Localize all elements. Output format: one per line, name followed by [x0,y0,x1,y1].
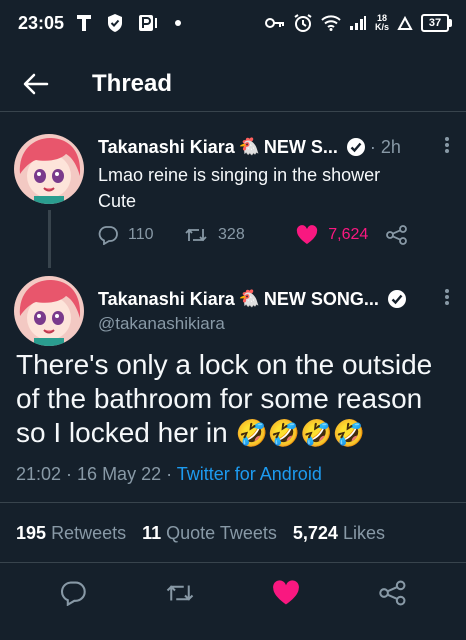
retweet-icon [166,585,193,601]
dot-icon [175,20,182,26]
battery-icon: 37 [421,14,452,32]
tweet1-text-line2: Cute [98,191,137,211]
tweet2-author-suffix[interactable]: NEW SONG... [264,289,379,310]
tweet2-text-body: There's only a lock on the outside of th… [16,349,433,448]
page-title: Thread [92,69,173,97]
tweet1-retweet-button[interactable]: 328 [184,225,296,245]
likes-stat[interactable]: 5,724 Likes [293,523,385,544]
share-button[interactable] [369,570,417,616]
tweet1-text: Lmao reine is singing in the shower Cute [98,162,438,214]
verified-badge-icon [346,138,365,156]
tweet1-like-button[interactable]: 7,624 [296,225,386,245]
reply-icon [98,226,118,245]
parking-app-icon [139,15,158,31]
tweet1-time[interactable]: · 2h [370,137,401,158]
tweet1-retweet-count: 328 [218,226,245,243]
tweet1-more-button[interactable] [444,136,450,159]
likes-label: Likes [342,522,385,543]
thread-line [48,210,51,268]
back-button[interactable] [0,56,72,112]
tweet2-meta: 21:02 · 16 May 22 · Twitter for Android [16,464,322,485]
status-left-icons [76,13,182,33]
wifi-icon [321,15,341,31]
rooster-emoji: 🐔 [238,137,260,156]
like-button[interactable] [262,570,310,616]
tweet1-actions: 110 328 7,624 [98,222,408,248]
tweet1-like-count: 7,624 [328,226,369,243]
tweet2-stats: 195 Retweets 11 Quote Tweets 5,724 Likes [16,520,450,546]
alarm-clock-icon [294,14,312,32]
tweet1-share-button[interactable] [386,225,408,245]
avatar-image [14,276,84,346]
more-vertical-icon [445,288,449,305]
tweet2-action-bar [0,570,466,616]
tweet2-handle[interactable]: @takanashikiara [98,314,225,334]
share-icon [379,580,406,606]
quotes-count: 11 [142,522,162,543]
reply-icon [61,581,86,606]
avatar[interactable] [14,134,84,204]
tweet2-source-link[interactable]: Twitter for Android [177,464,322,484]
net-speed-unit: K/s [374,22,389,32]
tweet1-text-line1: Lmao reine is singing in the shower [98,165,381,185]
thread-header: Thread [0,56,466,112]
quotes-label: Quote Tweets [166,522,277,543]
rofl-emoji: 🤣🤣🤣🤣 [235,418,365,448]
t-mobile-icon [77,15,92,31]
reply-button[interactable] [49,570,97,616]
tweet1-reply-count: 110 [128,226,154,243]
tweet2-author-name[interactable]: Takanashi Kiara [98,289,235,310]
more-vertical-icon [445,136,449,153]
tweet2-more-button[interactable] [444,288,450,311]
verified-badge-icon [387,290,406,308]
status-time: 23:05 [18,12,65,33]
avatar-image [14,134,84,204]
retweets-stat[interactable]: 195 Retweets [16,523,126,544]
data-saver-icon [397,15,413,30]
retweet-icon [185,228,207,242]
retweet-button[interactable] [156,570,204,616]
shield-check-icon [108,14,123,32]
tweet2-header: Takanashi Kiara 🐔 NEW SONG... [98,286,450,312]
divider [0,502,466,503]
tweet1-author-suffix[interactable]: NEW S... [264,137,338,158]
battery-level: 37 [428,17,442,29]
likes-count: 5,724 [292,522,338,543]
divider [0,562,466,563]
key-icon [264,18,284,28]
heart-filled-icon [273,580,300,605]
tweet1-author-name[interactable]: Takanashi Kiara [98,137,235,158]
retweets-count: 195 [16,522,47,543]
tweet2-text: There's only a lock on the outside of th… [16,348,456,450]
quote-tweets-stat[interactable]: 11 Quote Tweets [142,523,277,544]
rooster-emoji: 🐔 [238,289,260,308]
net-speed: 18 K/s [375,14,389,32]
tweet1-header: Takanashi Kiara 🐔 NEW S... · 2h [98,134,450,160]
status-right-icons: 18 K/s 37 [264,13,452,33]
retweets-label: Retweets [51,522,127,543]
signal-icon [349,16,366,30]
avatar[interactable] [14,276,84,346]
status-bar: 23:05 18 K/s 37 [0,0,466,46]
heart-filled-icon [297,225,318,244]
tweet2-timestamp: 21:02 · 16 May 22 · [16,464,177,484]
arrow-left-icon [23,73,49,94]
tweet1-reply-button[interactable]: 110 [98,225,184,245]
share-icon [386,225,407,245]
